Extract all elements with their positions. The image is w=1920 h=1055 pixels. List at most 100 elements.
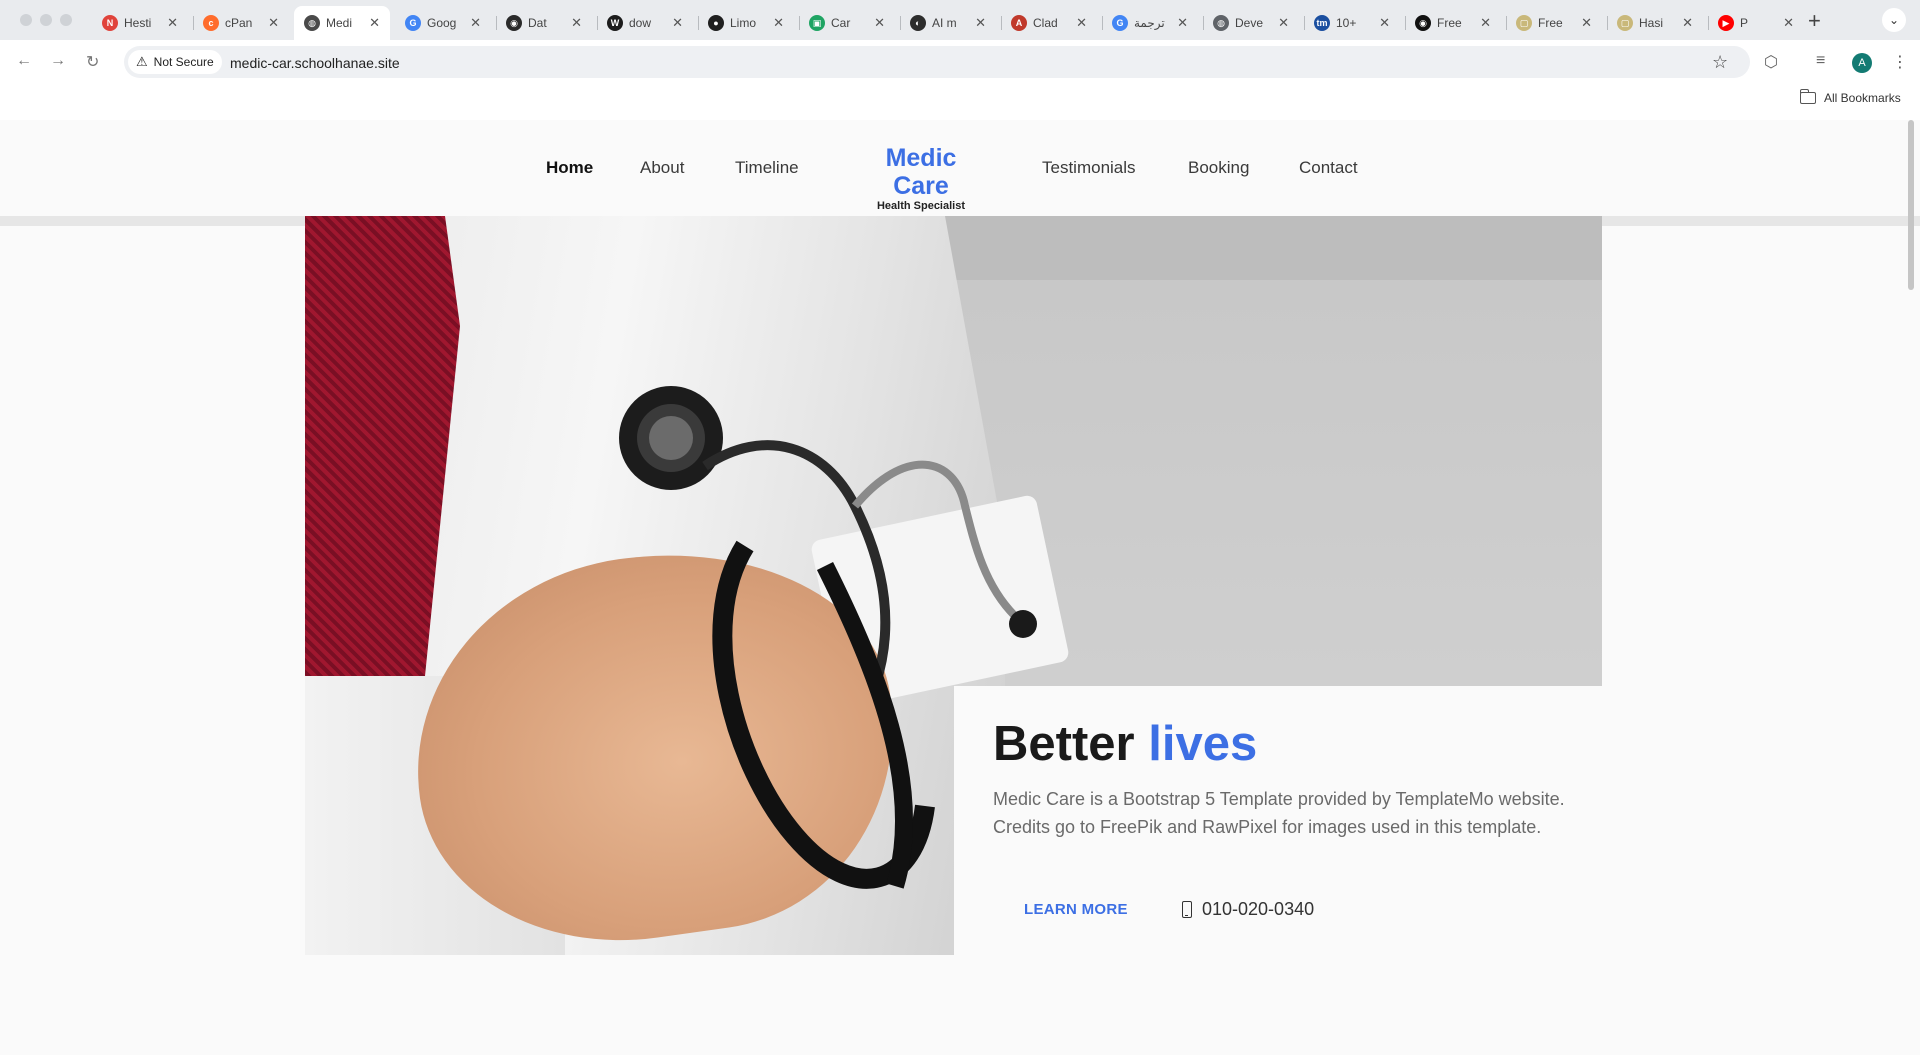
browser-tab[interactable]: Wdow ✕ xyxy=(597,6,693,40)
tab-favicon-icon: ● xyxy=(708,15,724,31)
forward-icon[interactable]: → xyxy=(50,52,66,70)
reading-list-icon[interactable]: ≡ xyxy=(1816,52,1825,70)
tab-strip: N Hesti ✕ c cPan ✕ ◍ Medi ✕ G Goog ✕ ◉ Dat ✕ Wdow ✕ ● Limo… xyxy=(0,0,1920,40)
browser-tab[interactable]: ▶ P ✕ xyxy=(1708,6,1804,40)
close-icon[interactable]: ✕ xyxy=(1379,15,1390,31)
nav-booking[interactable]: Booking xyxy=(1188,158,1249,178)
back-icon[interactable]: ← xyxy=(16,52,32,70)
close-icon[interactable]: ✕ xyxy=(1177,15,1188,31)
close-icon[interactable]: ✕ xyxy=(369,15,380,31)
close-icon[interactable]: ✕ xyxy=(1278,15,1289,31)
close-icon[interactable]: ✕ xyxy=(1076,15,1087,31)
close-icon[interactable]: ✕ xyxy=(773,15,784,31)
browser-tab[interactable]: ◍ Deve ✕ xyxy=(1203,6,1299,40)
page-viewport: Home About Timeline Medic Care Health Sp… xyxy=(0,120,1920,1055)
browser-tab[interactable]: A Clad ✕ xyxy=(1001,6,1097,40)
security-label: Not Secure xyxy=(153,55,214,69)
tab-favicon-icon: N xyxy=(102,15,118,31)
close-icon[interactable]: ✕ xyxy=(1480,15,1491,31)
extensions-icon[interactable]: ⬡ xyxy=(1764,52,1778,72)
close-icon[interactable]: ✕ xyxy=(975,15,986,31)
tab-favicon-icon: c xyxy=(203,15,219,31)
tab-title: cPan xyxy=(225,16,253,30)
nav-timeline[interactable]: Timeline xyxy=(735,158,799,178)
more-menu-icon[interactable]: ⋮ xyxy=(1892,52,1908,72)
phone-number: 010-020-0340 xyxy=(1202,899,1315,919)
brand-subtitle: Health Specialist xyxy=(876,200,966,212)
brand-title: Medic Care xyxy=(885,144,957,200)
window-control[interactable] xyxy=(20,14,32,26)
tab-favicon-icon: ▢ xyxy=(1617,15,1633,31)
tab-favicon-icon: W xyxy=(607,15,623,31)
hero-description: Medic Care is a Bootstrap 5 Template pro… xyxy=(993,789,1565,837)
window-control[interactable] xyxy=(60,14,72,26)
nav-testimonials[interactable]: Testimonials xyxy=(1042,158,1136,178)
all-bookmarks-button[interactable]: All Bookmarks xyxy=(1799,89,1901,105)
learn-more-button[interactable]: LEARN MORE xyxy=(1024,901,1128,918)
tab-title: Medi xyxy=(326,16,353,30)
hero-title: Better lives xyxy=(993,717,1258,771)
browser-tab[interactable]: ◉ Free ✕ xyxy=(1405,6,1501,40)
chevron-down-icon[interactable]: ⌄ xyxy=(1882,8,1906,32)
url-text[interactable]: medic-car.schoolhanae.site xyxy=(230,55,400,71)
site-navbar: Home About Timeline Medic Care Health Sp… xyxy=(0,120,1920,216)
tab-title: Dat xyxy=(528,16,547,30)
tab-favicon-icon: ▢ xyxy=(1516,15,1532,31)
window-control[interactable] xyxy=(40,14,52,26)
browser-tab[interactable]: ▣ Car ✕ xyxy=(799,6,895,40)
folder-icon xyxy=(1799,89,1816,104)
close-icon[interactable]: ✕ xyxy=(874,15,885,31)
tab-favicon-icon: ◍ xyxy=(304,15,320,31)
close-icon[interactable]: ✕ xyxy=(1783,15,1794,31)
phone-icon xyxy=(1182,901,1192,918)
close-icon[interactable]: ✕ xyxy=(470,15,481,31)
tab-title: Free xyxy=(1437,16,1462,30)
tab-favicon-icon: A xyxy=(1011,15,1027,31)
avatar[interactable]: A xyxy=(1852,53,1872,73)
tab-favicon-icon: ▣ xyxy=(809,15,825,31)
tab-title: Free xyxy=(1538,16,1563,30)
security-chip[interactable]: ⚠ Not Secure xyxy=(128,50,222,74)
tab-title: Car xyxy=(831,16,851,30)
tab-favicon-icon: ▶ xyxy=(1718,15,1734,31)
nav-about[interactable]: About xyxy=(640,158,684,178)
browser-tab[interactable]: N Hesti ✕ xyxy=(92,6,188,40)
close-icon[interactable]: ✕ xyxy=(1682,15,1693,31)
star-icon[interactable]: ☆ xyxy=(1712,52,1728,73)
close-icon[interactable]: ✕ xyxy=(1581,15,1592,31)
close-icon[interactable]: ✕ xyxy=(268,15,279,31)
browser-tab[interactable]: c cPan ✕ xyxy=(193,6,289,40)
tab-favicon-icon: ◉ xyxy=(1415,15,1431,31)
browser-tab[interactable]: ◐ AI m ✕ xyxy=(900,6,996,40)
tab-title: Hasi xyxy=(1639,16,1664,30)
tab-title: Clad xyxy=(1033,16,1058,30)
reload-icon[interactable]: ↻ xyxy=(86,52,99,72)
tab-favicon-icon: tm xyxy=(1314,15,1330,31)
scrollbar[interactable] xyxy=(1908,120,1914,290)
tab-title: Deve xyxy=(1235,16,1264,30)
brand-logo[interactable]: Medic Care Health Specialist xyxy=(856,144,986,212)
browser-tab[interactable]: tm 10+ ✕ xyxy=(1304,6,1400,40)
hero-title-accent: lives xyxy=(1148,717,1258,771)
plus-icon[interactable]: + xyxy=(1808,8,1821,34)
all-bookmarks-label: All Bookmarks xyxy=(1824,91,1901,105)
phone-link[interactable]: 010-020-0340 xyxy=(1182,899,1314,920)
browser-tab[interactable]: G ترجمة ✕ xyxy=(1102,6,1198,40)
tab-favicon-icon: G xyxy=(405,15,421,31)
browser-tab[interactable]: ● Limo ✕ xyxy=(698,6,794,40)
nav-contact[interactable]: Contact xyxy=(1299,158,1358,178)
close-icon[interactable]: ✕ xyxy=(672,15,683,31)
browser-tab[interactable]: ◍ Medi ✕ xyxy=(294,6,390,40)
browser-tab[interactable]: ▢ Hasi ✕ xyxy=(1607,6,1703,40)
tab-title: P xyxy=(1740,16,1749,30)
bookmarks-bar xyxy=(0,80,1920,120)
browser-tab[interactable]: ◉ Dat ✕ xyxy=(496,6,592,40)
tab-title: dow xyxy=(629,16,652,30)
browser-tab[interactable]: ▢ Free ✕ xyxy=(1506,6,1602,40)
close-icon[interactable]: ✕ xyxy=(167,15,178,31)
nav-home[interactable]: Home xyxy=(546,158,593,178)
tab-title: 10+ xyxy=(1336,16,1357,30)
close-icon[interactable]: ✕ xyxy=(571,15,582,31)
tab-favicon-icon: ◉ xyxy=(506,15,522,31)
browser-tab[interactable]: G Goog ✕ xyxy=(395,6,491,40)
